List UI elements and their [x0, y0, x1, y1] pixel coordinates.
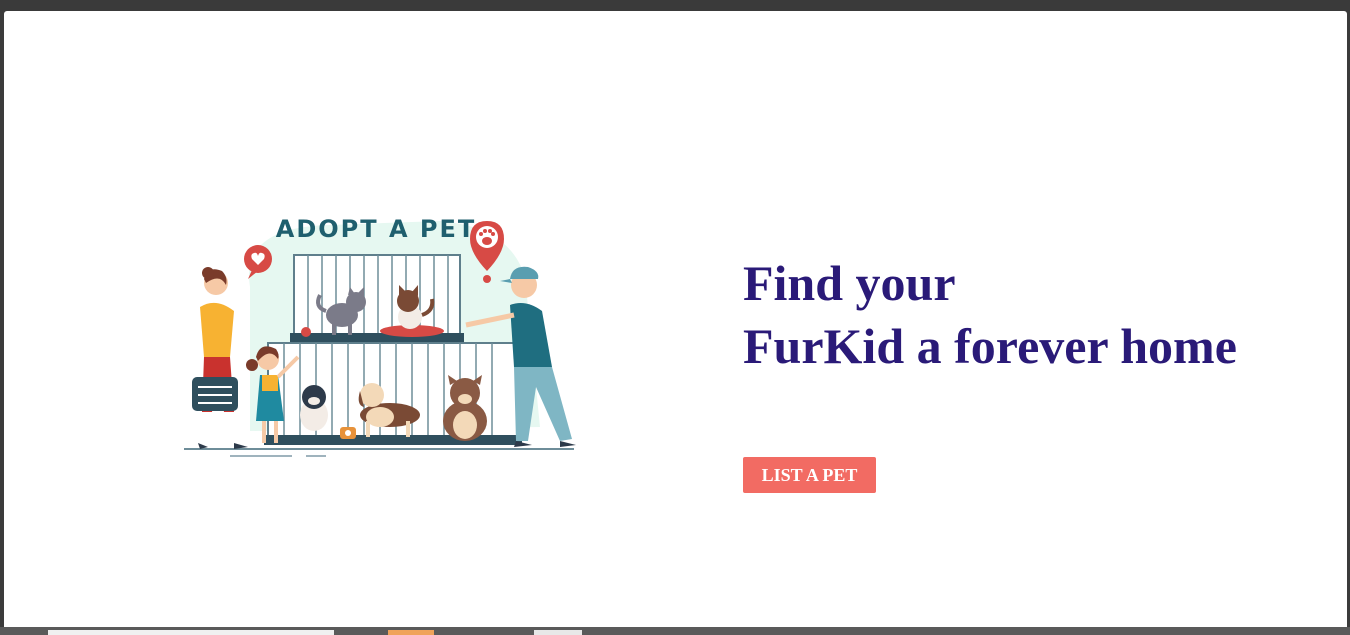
lower-cage — [264, 342, 522, 445]
browser-top-strip — [0, 0, 1350, 11]
upper-cage — [290, 254, 464, 342]
food-bowl — [340, 427, 356, 439]
taskbar-segment — [388, 630, 434, 635]
taskbar-segment — [48, 630, 334, 635]
browser-bottom-strip — [0, 627, 1350, 635]
page-window: ADOPT A PET Find your FurKid a forever h… — [4, 11, 1347, 627]
hero-headline: Find your FurKid a forever home — [743, 252, 1333, 378]
pug-dog — [300, 385, 328, 431]
headline-line-2: FurKid a forever home — [743, 318, 1237, 374]
list-a-pet-button[interactable]: LIST A PET — [743, 457, 876, 493]
adopt-a-pet-illustration: ADOPT A PET — [184, 215, 576, 457]
headline-line-1: Find your — [743, 255, 956, 311]
illustration-title: ADOPT A PET — [276, 215, 477, 243]
taskbar-segment — [534, 630, 582, 635]
hero-text-block: Find your FurKid a forever home — [743, 252, 1333, 378]
woman-figure — [192, 267, 248, 449]
